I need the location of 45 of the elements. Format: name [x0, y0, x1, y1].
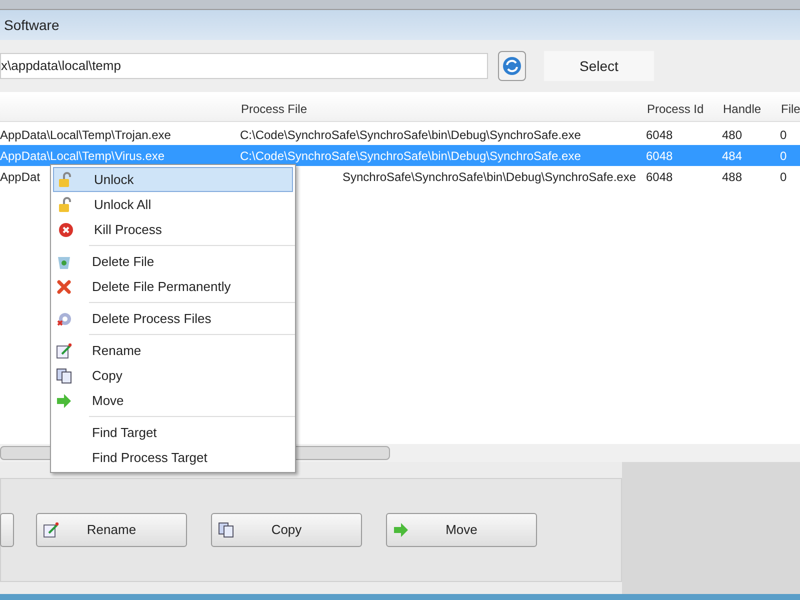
menu-item[interactable]: Unlock — [53, 167, 293, 192]
stop-icon — [58, 222, 74, 238]
padlock-icon — [58, 196, 74, 212]
menu-item[interactable]: Delete File — [51, 249, 293, 274]
action-button[interactable]: Rename — [36, 513, 187, 547]
window-title: Software — [4, 16, 60, 34]
rename-icon — [43, 522, 59, 538]
action-button[interactable]: Move — [386, 513, 537, 547]
table-cell[interactable]: 6048 — [646, 168, 673, 186]
action-button[interactable]: Copy — [211, 513, 362, 547]
table-cell[interactable]: SynchroSafe\SynchroSafe\bin\Debug\SynchroSafe.exe — [342, 168, 636, 186]
menu-item[interactable]: Kill Process — [53, 217, 293, 242]
gear-icon — [56, 310, 72, 326]
column-header[interactable]: Handle — [723, 102, 762, 116]
table-cell[interactable]: 0 — [780, 126, 787, 144]
menu-item[interactable]: Move — [51, 388, 293, 413]
column-header[interactable]: Process File — [241, 102, 308, 116]
select-button[interactable]: Select — [544, 51, 654, 81]
copy-icon — [56, 368, 72, 384]
rename-icon — [56, 342, 72, 358]
menu-item[interactable]: Find Target — [51, 420, 293, 445]
table-cell[interactable]: AppData\Local\Temp\Trojan.exe — [0, 126, 171, 144]
menu-item[interactable]: Copy — [51, 363, 293, 388]
copy-icon — [218, 522, 234, 538]
menu-item[interactable]: Delete File Permanently — [51, 274, 293, 299]
partial-button[interactable] — [0, 513, 14, 547]
menu-item[interactable]: Rename — [51, 338, 293, 363]
table-cell[interactable]: 480 — [722, 126, 742, 144]
table-cell[interactable]: AppDat — [0, 168, 40, 186]
column-header[interactable]: Process Id — [647, 102, 704, 116]
table-cell[interactable]: 6048 — [646, 126, 673, 144]
refresh-button[interactable] — [498, 51, 526, 81]
table-cell[interactable]: 488 — [722, 168, 742, 186]
padlock-icon — [58, 172, 74, 188]
table-cell[interactable]: 0 — [780, 168, 787, 186]
path-field[interactable]: x\appdata\local\temp — [0, 53, 488, 79]
cross-icon — [56, 278, 72, 294]
refresh-icon — [502, 56, 522, 76]
menu-item[interactable]: Delete Process Files — [51, 306, 293, 331]
table-cell[interactable]: C:\Code\SynchroSafe\SynchroSafe\bin\Debug\SynchroSafe.exe — [240, 126, 581, 144]
menu-item[interactable]: Unlock All — [53, 192, 293, 217]
menu-item[interactable]: Find Process Target — [51, 445, 293, 470]
arrow-icon — [393, 522, 409, 538]
column-header[interactable]: File — [781, 102, 800, 116]
arrow-icon — [56, 392, 72, 408]
